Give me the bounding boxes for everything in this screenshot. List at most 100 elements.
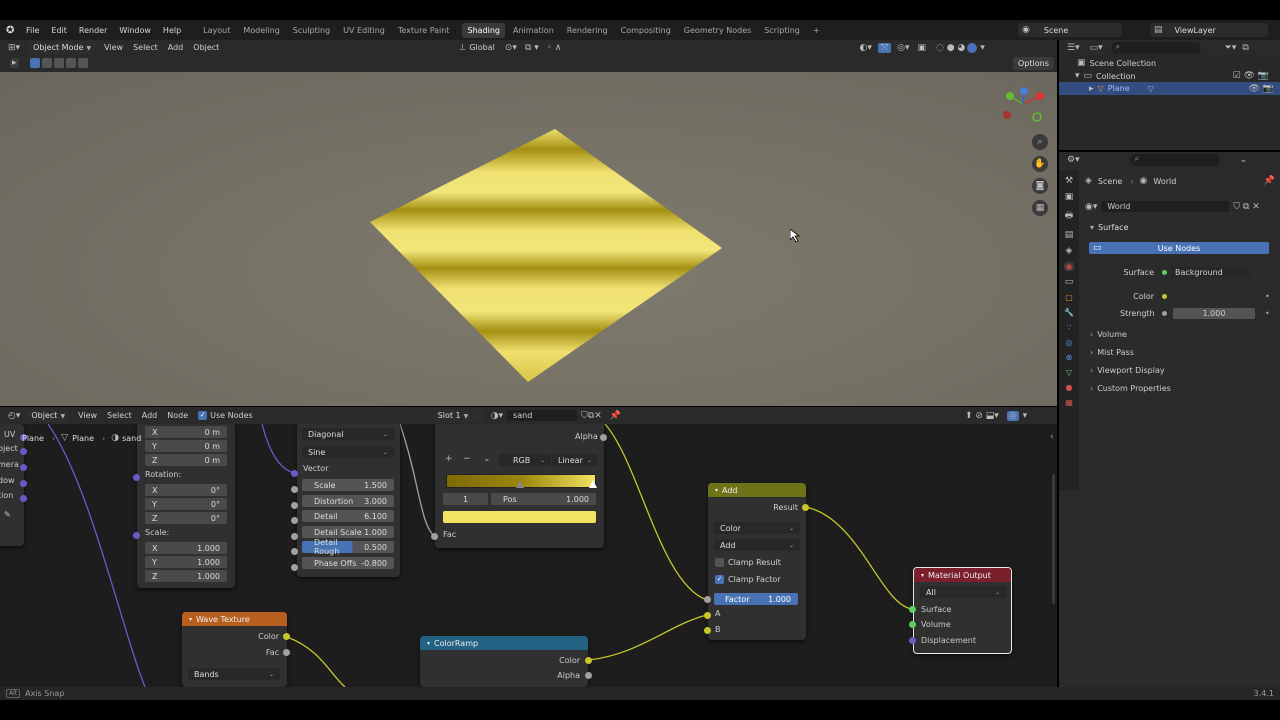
outliner-editor-icon[interactable]: ☰▾ bbox=[1067, 43, 1080, 53]
pan-hand-icon[interactable]: ✋ bbox=[1032, 156, 1048, 172]
ramp-add-stop-icon[interactable]: + bbox=[445, 454, 453, 464]
location-z-field[interactable]: Z0 m bbox=[145, 454, 227, 466]
world-tab-icon[interactable]: ◉ bbox=[1063, 262, 1075, 271]
ramp-menu-icon[interactable]: ⌄ bbox=[483, 454, 491, 464]
modifier-tab-icon[interactable]: 🔧 bbox=[1064, 308, 1074, 317]
world-datablock-selector[interactable]: ◉▾ World ⛉ ⧉ ✕ bbox=[1085, 200, 1275, 213]
filter-icon[interactable]: ⏷▾ bbox=[1225, 43, 1237, 53]
ramp-fac-input-socket[interactable] bbox=[431, 533, 438, 540]
add-a-socket[interactable] bbox=[704, 612, 711, 619]
phase-offset-input-socket[interactable] bbox=[291, 564, 298, 571]
perspective-toggle-icon[interactable]: ▦ bbox=[1032, 200, 1048, 216]
xray-icon[interactable]: ▣ bbox=[917, 43, 926, 53]
camera-view-icon[interactable]: ◙ bbox=[1032, 178, 1048, 194]
ramp-color-mode-dropdown[interactable]: RGB ⌄ bbox=[499, 454, 551, 466]
transform-orientation-dropdown[interactable]: Global bbox=[469, 43, 495, 52]
scene-selector[interactable]: ◉ Scene bbox=[1018, 23, 1122, 37]
pivot-icon[interactable]: ⊙▾ bbox=[505, 43, 517, 53]
color-ramp-gradient[interactable] bbox=[446, 474, 597, 488]
volume-panel-header[interactable]: › Volume bbox=[1090, 330, 1127, 339]
navigation-gizmo[interactable] bbox=[1000, 84, 1050, 124]
clamp-factor-checkbox[interactable]: ✓ Clamp Factor bbox=[715, 575, 781, 584]
overlay-icon[interactable]: ◎▾ bbox=[897, 43, 909, 53]
ramp-stop-color-swatch[interactable] bbox=[443, 511, 596, 523]
scale-socket[interactable] bbox=[133, 532, 140, 539]
use-nodes-checkbox[interactable]: ✓ Use Nodes bbox=[198, 411, 253, 420]
material-name-field[interactable]: sand bbox=[507, 410, 578, 421]
mapping-node[interactable]: X0 m Y0 m Z0 m Rotation: X 0° Y 0° Z 0° Sca… bbox=[137, 424, 235, 588]
node-canvas-scrollbar[interactable] bbox=[1052, 474, 1055, 604]
color-ramp-top-node[interactable]: Alpha + − ⌄ RGB ⌄ Linear ⌄ 1 Pos 1.000 Fac bbox=[435, 424, 604, 548]
wave-type-dropdown[interactable]: Bands ⌄ bbox=[188, 668, 280, 680]
output-target-dropdown[interactable]: All ⌄ bbox=[920, 586, 1006, 598]
shading-modes-icon[interactable]: ◌ ● ◕ bbox=[936, 43, 965, 53]
wave-detail-roughness-field[interactable]: Detail Rough 0.500 bbox=[302, 538, 394, 556]
menu-window[interactable]: Window bbox=[119, 26, 151, 35]
shader-type-dropdown[interactable]: Object ▼ bbox=[26, 409, 71, 422]
viewport-display-panel-header[interactable]: › Viewport Display bbox=[1090, 366, 1165, 375]
tab-rendering[interactable]: Rendering bbox=[567, 26, 608, 35]
node-menu-add[interactable]: Add bbox=[142, 411, 158, 420]
detail-roughness-input-socket[interactable] bbox=[291, 548, 298, 555]
eyedropper-icon[interactable]: ✎ bbox=[4, 510, 11, 519]
color-ramp-header[interactable]: ▾ ColorRamp bbox=[420, 636, 588, 650]
wave-fac-socket[interactable] bbox=[283, 649, 290, 656]
add-factor-field[interactable]: Factor 1.000 bbox=[714, 593, 798, 605]
viewport-options-button[interactable]: Options bbox=[1013, 57, 1054, 70]
wave-detail-scale-field[interactable]: Detail Scale 1.000 bbox=[302, 526, 394, 538]
color-ramp-node[interactable]: ▾ ColorRamp Color Alpha bbox=[420, 636, 588, 687]
keyframe-dot-icon[interactable]: • bbox=[1265, 292, 1270, 301]
tool-tab-icon[interactable]: ⚒ bbox=[1065, 176, 1073, 186]
mist-pass-panel-header[interactable]: › Mist Pass bbox=[1090, 348, 1134, 357]
camera-socket[interactable] bbox=[20, 464, 27, 471]
output-displacement-socket[interactable] bbox=[909, 637, 916, 644]
collection-visibility-icons[interactable]: ☑ 👁 📷 bbox=[1233, 71, 1269, 81]
sand-plane-mesh[interactable] bbox=[0, 72, 1057, 406]
scale-x-field[interactable]: X 1.000 bbox=[145, 542, 227, 554]
pin-icon[interactable]: 📌 bbox=[1264, 176, 1275, 186]
tab-sculpting[interactable]: Sculpting bbox=[293, 26, 330, 35]
wave-profile-dropdown[interactable]: Sine ⌄ bbox=[302, 446, 394, 458]
shading-dropdown-icon[interactable]: ▾ bbox=[980, 43, 985, 53]
node-menu-view[interactable]: View bbox=[78, 411, 97, 420]
ramp-alpha-socket[interactable] bbox=[585, 672, 592, 679]
add-result-socket[interactable] bbox=[802, 504, 809, 511]
constraints-tab-icon[interactable]: ⊗ bbox=[1066, 353, 1073, 362]
object-visibility-icons[interactable]: 👁 📷 bbox=[1249, 84, 1275, 94]
wave-phase-offset-field[interactable]: Phase Offs -0.800 bbox=[302, 557, 394, 569]
tab-texture-paint[interactable]: Texture Paint bbox=[398, 26, 450, 35]
ramp-stop-position-field[interactable]: Pos 1.000 bbox=[491, 493, 596, 505]
distortion-input-socket[interactable] bbox=[291, 502, 298, 509]
add-factor-socket[interactable] bbox=[704, 596, 711, 603]
properties-editor-icon[interactable]: ⚙▾ bbox=[1067, 155, 1080, 165]
vector-socket[interactable] bbox=[291, 470, 298, 477]
add-b-socket[interactable] bbox=[704, 627, 711, 634]
menu-edit[interactable]: Edit bbox=[51, 26, 67, 35]
expand-arrow-icon[interactable]: ▾ bbox=[1075, 71, 1080, 81]
location-y-field[interactable]: Y0 m bbox=[145, 440, 227, 452]
custom-properties-panel-header[interactable]: › Custom Properties bbox=[1090, 384, 1171, 393]
ramp-color-socket[interactable] bbox=[585, 657, 592, 664]
ramp-remove-stop-icon[interactable]: − bbox=[463, 454, 471, 464]
sidebar-toggle-icon[interactable]: ‹ bbox=[1050, 432, 1054, 442]
output-volume-socket[interactable] bbox=[909, 621, 916, 628]
location-x-field[interactable]: X0 m bbox=[145, 426, 227, 438]
wave-direction-dropdown[interactable]: Diagonal ⌄ bbox=[302, 428, 394, 440]
ramp-stop-index-field[interactable]: 1 bbox=[443, 493, 488, 505]
material-slot-dropdown[interactable]: Slot 1 ▼ bbox=[432, 409, 485, 422]
rotation-y-field[interactable]: Y 0° bbox=[145, 498, 227, 510]
node-menu-select[interactable]: Select bbox=[107, 411, 132, 420]
scale-y-field[interactable]: Y 1.000 bbox=[145, 556, 227, 568]
pin-icon[interactable]: 📌 bbox=[610, 411, 621, 421]
overlay-toggle-icon[interactable]: ◎ bbox=[1006, 410, 1019, 421]
rotation-x-field[interactable]: X 0° bbox=[145, 484, 227, 496]
tab-geometry-nodes[interactable]: Geometry Nodes bbox=[684, 26, 751, 35]
expand-arrow-icon[interactable]: ▸ bbox=[1089, 84, 1094, 94]
blender-logo-icon[interactable]: ✪ bbox=[6, 25, 20, 36]
add-node-header[interactable]: ▾ Add bbox=[708, 483, 806, 497]
wave-texture-node[interactable]: ▾ Wave Texture Color Fac Bands ⌄ bbox=[182, 612, 287, 687]
material-actions-icons[interactable]: ⛉⧉✕ bbox=[581, 411, 602, 421]
add-workspace-button[interactable]: + bbox=[813, 26, 820, 35]
gizmo-toggle-icon[interactable]: ⤧ bbox=[877, 42, 892, 53]
tab-shading[interactable]: Shading bbox=[462, 22, 505, 38]
